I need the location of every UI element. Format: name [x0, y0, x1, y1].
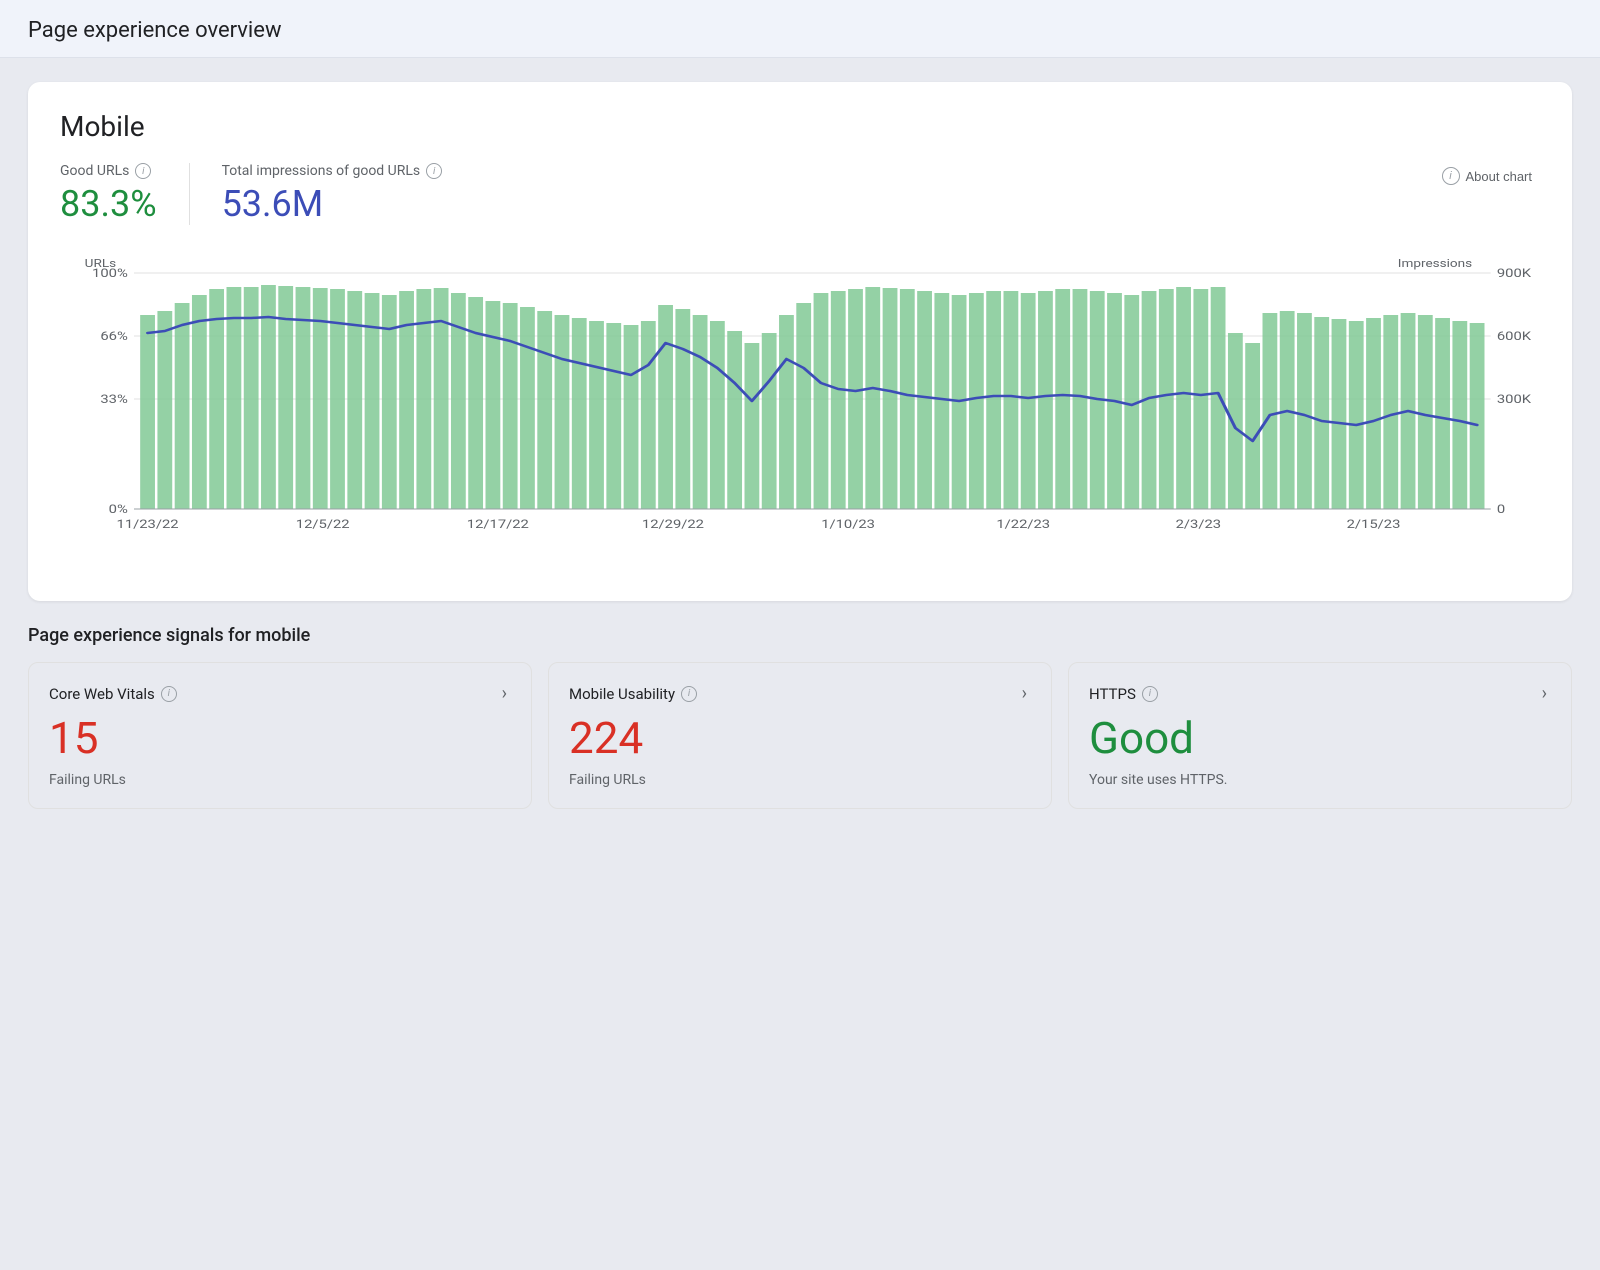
svg-text:12/5/22: 12/5/22: [296, 518, 350, 531]
good-urls-label: Good URLs: [60, 163, 129, 179]
good-urls-help-icon[interactable]: i: [135, 163, 151, 179]
core-web-vitals-help-icon[interactable]: i: [161, 686, 177, 702]
https-card[interactable]: HTTPS i › Good Your site uses HTTPS.: [1068, 662, 1572, 809]
https-chevron: ›: [1542, 683, 1547, 704]
mobile-label: Mobile: [60, 110, 1540, 143]
mobile-usability-label: Mobile Usability: [569, 685, 675, 703]
svg-text:33%: 33%: [100, 393, 128, 406]
https-help-icon[interactable]: i: [1142, 686, 1158, 702]
svg-text:300K: 300K: [1497, 393, 1532, 406]
signals-section: Page experience signals for mobile Core …: [28, 625, 1572, 809]
about-chart-button[interactable]: i About chart: [1434, 163, 1541, 189]
chart-container: 100% 66% 33% 0% URLs 900K 600K 300K 0 Im…: [60, 253, 1540, 573]
svg-text:2/3/23: 2/3/23: [1176, 518, 1221, 531]
total-impressions-label-row: Total impressions of good URLs i: [222, 163, 443, 179]
mobile-usability-sub: Failing URLs: [569, 772, 1027, 788]
mobile-usability-header: Mobile Usability i ›: [569, 683, 1027, 704]
svg-text:0%: 0%: [109, 503, 128, 516]
core-web-vitals-label: Core Web Vitals: [49, 685, 155, 703]
core-web-vitals-sub: Failing URLs: [49, 772, 507, 788]
good-urls-block: Good URLs i 83.3%: [60, 163, 189, 225]
core-web-vitals-title-row: Core Web Vitals i: [49, 685, 177, 703]
core-web-vitals-chevron: ›: [502, 683, 507, 704]
svg-text:11/23/22: 11/23/22: [117, 518, 180, 531]
core-web-vitals-value: 15: [49, 712, 507, 764]
svg-text:900K: 900K: [1497, 267, 1532, 280]
svg-text:600K: 600K: [1497, 330, 1532, 343]
mobile-usability-chevron: ›: [1022, 683, 1027, 704]
https-sub: Your site uses HTTPS.: [1089, 772, 1547, 788]
total-impressions-value: 53.6M: [222, 183, 443, 225]
svg-text:66%: 66%: [100, 330, 128, 343]
total-impressions-label: Total impressions of good URLs: [222, 163, 421, 179]
mobile-usability-help-icon[interactable]: i: [681, 686, 697, 702]
svg-text:0: 0: [1497, 503, 1505, 516]
good-urls-value: 83.3%: [60, 183, 157, 225]
about-chart-info-icon: i: [1442, 167, 1460, 185]
signals-grid: Core Web Vitals i › 15 Failing URLs Mobi…: [28, 662, 1572, 809]
svg-text:12/17/22: 12/17/22: [467, 518, 530, 531]
main-content: Mobile Good URLs i 83.3% Total impressio…: [0, 58, 1600, 833]
https-label: HTTPS: [1089, 685, 1136, 703]
total-impressions-help-icon[interactable]: i: [426, 163, 442, 179]
https-header: HTTPS i ›: [1089, 683, 1547, 704]
about-chart-label: About chart: [1466, 169, 1533, 184]
https-title-row: HTTPS i: [1089, 685, 1158, 703]
chart-svg: 100% 66% 33% 0% URLs 900K 600K 300K 0 Im…: [60, 253, 1540, 573]
core-web-vitals-card[interactable]: Core Web Vitals i › 15 Failing URLs: [28, 662, 532, 809]
core-web-vitals-header: Core Web Vitals i ›: [49, 683, 507, 704]
metrics-row: Good URLs i 83.3% Total impressions of g…: [60, 163, 1540, 225]
svg-text:URLs: URLs: [85, 258, 116, 270]
page-title: Page experience overview: [28, 18, 1572, 43]
svg-text:12/29/22: 12/29/22: [642, 518, 705, 531]
mobile-usability-title-row: Mobile Usability i: [569, 685, 697, 703]
mobile-usability-card[interactable]: Mobile Usability i › 224 Failing URLs: [548, 662, 1052, 809]
svg-text:Impressions: Impressions: [1398, 258, 1472, 270]
svg-text:1/10/23: 1/10/23: [821, 518, 875, 531]
total-impressions-block: Total impressions of good URLs i 53.6M: [189, 163, 475, 225]
page-header: Page experience overview: [0, 0, 1600, 58]
mobile-card: Mobile Good URLs i 83.3% Total impressio…: [28, 82, 1572, 601]
mobile-usability-value: 224: [569, 712, 1027, 764]
signals-title: Page experience signals for mobile: [28, 625, 1572, 646]
good-urls-label-row: Good URLs i: [60, 163, 157, 179]
svg-text:2/15/23: 2/15/23: [1347, 518, 1401, 531]
https-value: Good: [1089, 712, 1547, 764]
svg-text:1/22/23: 1/22/23: [996, 518, 1050, 531]
